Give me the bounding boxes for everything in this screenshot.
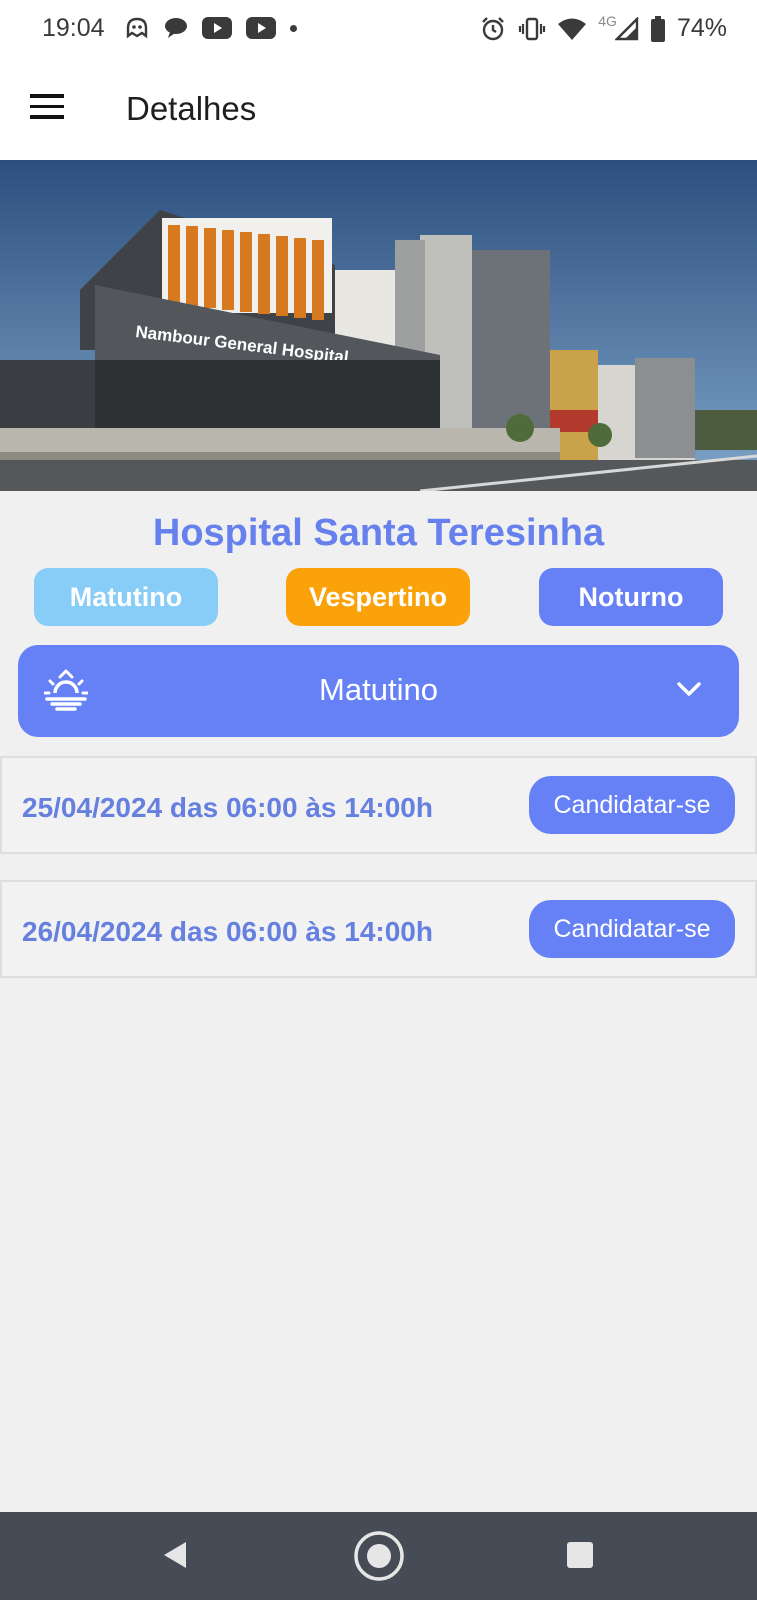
shift-button-noturno[interactable]: Noturno [539,568,723,626]
more-notifications-dot [290,24,297,32]
chat-bubble-icon [165,18,187,38]
hospital-photo: Nambour General Hospital [0,160,757,491]
alarm-icon [482,16,505,40]
notification-icons [124,16,297,40]
chevron-down-icon [677,682,701,696]
page-title: Detalhes [126,90,257,127]
youtube-icon [202,17,232,39]
selected-shift-label: Matutino [319,672,438,707]
battery-level: 74% [676,14,727,42]
youtube-icon [246,17,276,39]
shift-button-matutino[interactable]: Matutino [34,568,218,626]
system-navigation-bar [0,1512,757,1600]
slot-date-time: 26/04/2024 das 06:00 às 14:00h [22,916,433,947]
vibrate-icon [519,17,546,40]
cell-signal-icon [614,16,639,40]
shift-slot-row: 25/04/2024 das 06:00 às 14:00h Candidata… [0,756,757,854]
recent-apps-icon[interactable] [565,1530,595,1580]
network-type: 4G [598,12,617,29]
hamburger-menu-icon[interactable] [30,94,66,124]
apply-button[interactable]: Candidatar-se [529,776,735,834]
hospital-name: Hospital Santa Teresinha [152,512,605,554]
app-bar: Detalhes [0,58,757,160]
wifi-icon [558,18,587,40]
status-bar: 19:04 4G 74% [0,0,757,58]
shift-button-vespertino[interactable]: Vespertino [286,568,470,626]
shift-accordion-header[interactable]: Matutino [18,645,739,737]
system-icons: 4G 74% [480,12,727,43]
ghost-app-icon [126,17,148,39]
status-time: 19:04 [42,14,105,42]
shift-slot-row: 26/04/2024 das 06:00 às 14:00h Candidata… [0,880,757,978]
back-icon[interactable] [160,1530,190,1580]
slot-date-time: 25/04/2024 das 06:00 às 14:00h [22,792,433,823]
home-icon[interactable] [352,1529,406,1583]
battery-icon [650,15,665,42]
apply-button[interactable]: Candidatar-se [529,900,735,958]
